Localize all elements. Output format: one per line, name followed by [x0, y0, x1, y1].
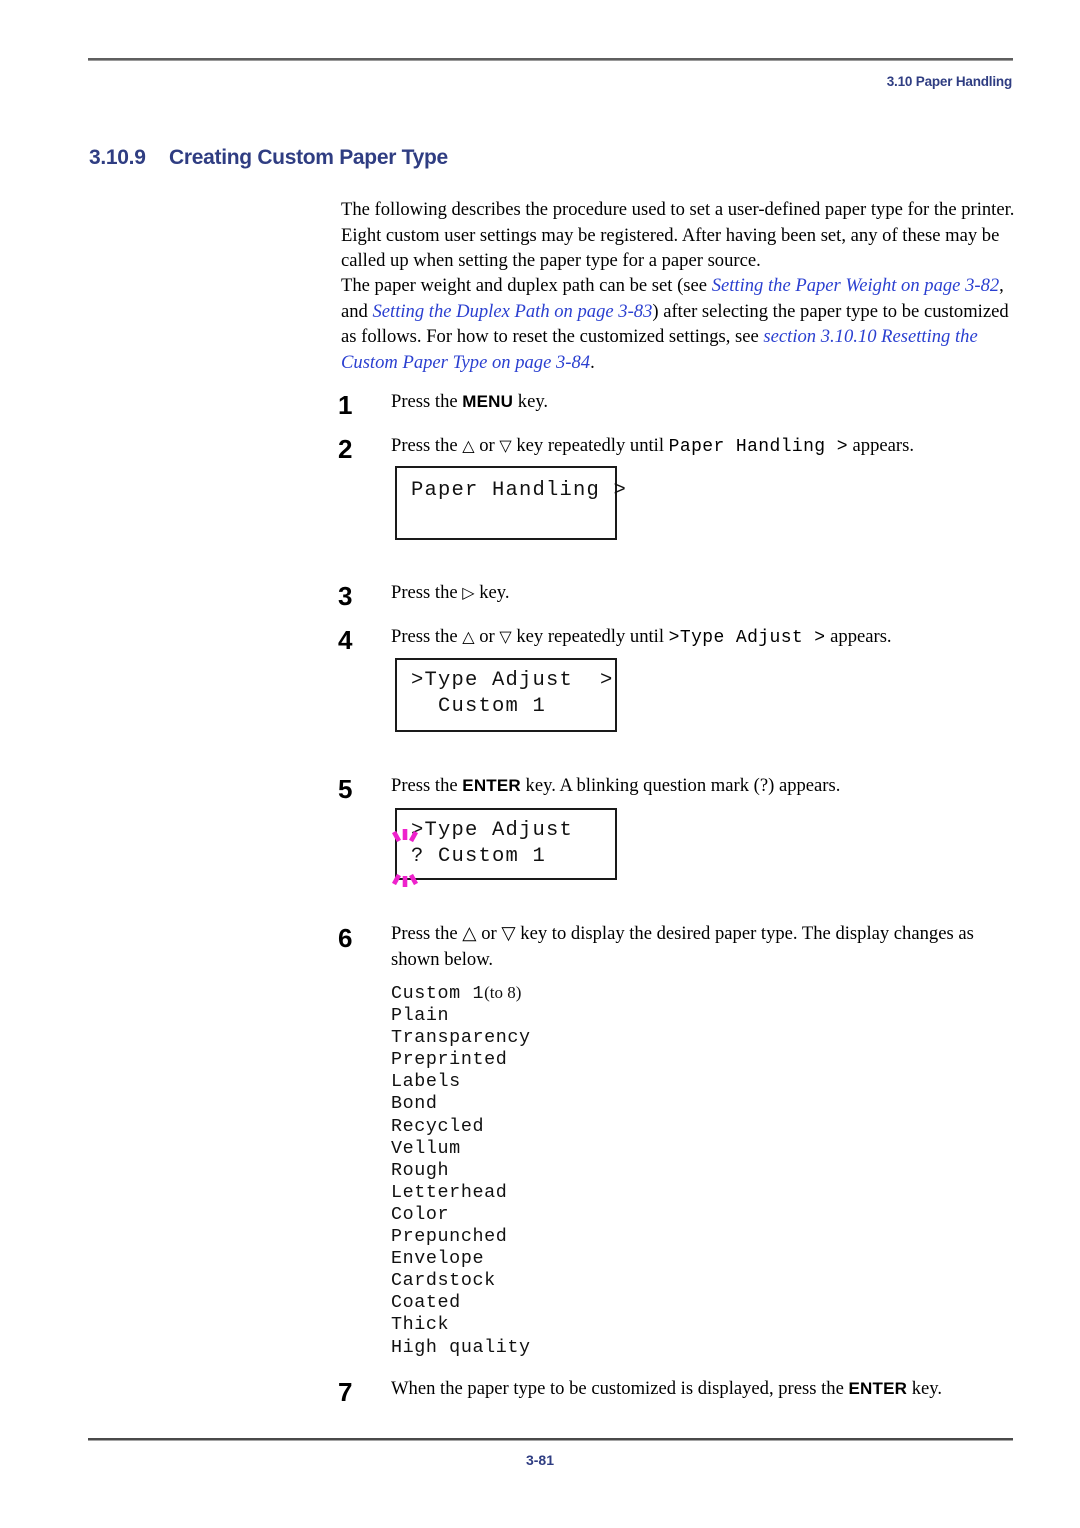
- xref-paper-weight[interactable]: Setting the Paper Weight on page 3-82: [712, 275, 999, 296]
- running-head: 3.10 Paper Handling: [886, 74, 1012, 89]
- paper-type-value: Coated: [391, 1292, 461, 1314]
- arrow-up-icon: △: [462, 436, 475, 455]
- arrow-down-icon: ▽: [499, 627, 512, 646]
- step5-text-before: Press the: [391, 775, 463, 796]
- section-title: Creating Custom Paper Type: [169, 146, 448, 169]
- arrow-up-icon: △: [462, 627, 475, 646]
- step-number-2: 2: [338, 434, 353, 464]
- step2-text-mid2: key repeatedly until: [511, 435, 669, 456]
- step-text-5: Press the ENTER key. A blinking question…: [391, 773, 1019, 799]
- paper-type-item: Thick: [391, 1314, 531, 1336]
- step4-text-mid: or: [474, 626, 500, 647]
- key-label-enter: ENTER: [848, 1379, 908, 1398]
- paper-type-item: Envelope: [391, 1248, 531, 1270]
- paper-type-value: Bond: [391, 1093, 438, 1115]
- step-text-4: Press the △ or ▽ key repeatedly until >T…: [391, 624, 1019, 652]
- step-text-2: Press the △ or ▽ key repeatedly until Pa…: [391, 433, 1019, 461]
- step4-text-after: appears.: [825, 626, 892, 647]
- page-number: 3-81: [525, 1452, 555, 1468]
- arrow-right-icon: ▷: [462, 583, 475, 602]
- step4-text-mid2: key repeatedly until: [511, 626, 669, 647]
- paper-type-list: Custom 1(to 8) Plain Transparency Preprinte…: [391, 982, 531, 1359]
- paper-type-note: (to 8): [484, 983, 522, 1002]
- lcd-display-paper-handling: Paper Handling >: [395, 466, 628, 540]
- paper-type-value: Prepunched: [391, 1226, 508, 1248]
- paper-type-item: Plain: [391, 1005, 531, 1027]
- lcd1-line1: Paper Handling >: [411, 479, 628, 502]
- step2-text-mid: or: [474, 435, 500, 456]
- paper-type-value: Envelope: [391, 1248, 485, 1270]
- para2-text-4: .: [590, 351, 595, 373]
- paper-type-item: Bond: [391, 1093, 531, 1115]
- step4-display-string: >Type Adjust >: [668, 628, 826, 648]
- xref-duplex-path[interactable]: Setting the Duplex Path on page 3-83: [373, 301, 653, 322]
- paper-type-value: Recycled: [391, 1115, 485, 1137]
- paper-type-value: Rough: [391, 1159, 450, 1181]
- paper-type-value: Plain: [391, 1005, 450, 1027]
- intro-paragraph: The following describes the procedure us…: [341, 199, 1015, 272]
- paper-type-item: Preprinted: [391, 1049, 531, 1071]
- paper-type-value: Labels: [391, 1071, 461, 1093]
- key-label-enter: ENTER: [462, 776, 521, 795]
- header-rule: [88, 58, 1013, 61]
- step-number-5: 5: [338, 774, 353, 804]
- lcd3-line1: >Type Adjust: [411, 819, 574, 842]
- step-text-1: Press the MENU key.: [391, 389, 1019, 415]
- arrow-down-icon: ▽: [499, 436, 512, 455]
- step2-text-before: Press the: [391, 435, 463, 456]
- document-page: 3.10 Paper Handling 3.10.9 Creating Custo…: [0, 0, 1080, 1528]
- paper-type-item: Labels: [391, 1071, 531, 1093]
- paper-type-value: Color: [391, 1203, 450, 1225]
- paper-type-value: Custom 1: [391, 983, 485, 1004]
- step-number-7: 7: [338, 1377, 353, 1407]
- paper-type-item: Recycled: [391, 1116, 531, 1138]
- step5-text-after: key. A blinking question mark (?) appear…: [520, 775, 841, 796]
- footer-rule: [88, 1438, 1013, 1441]
- para2-text-1: The paper weight and duplex path can be …: [341, 275, 712, 296]
- paper-type-item: Vellum: [391, 1138, 531, 1160]
- step-text-3: Press the ▷ key.: [391, 580, 1019, 606]
- paper-type-item: Coated: [391, 1292, 531, 1314]
- paper-type-item: Color: [391, 1204, 531, 1226]
- paper-type-value: Transparency: [391, 1027, 531, 1049]
- step-number-3: 3: [338, 581, 353, 611]
- paper-type-item: High quality: [391, 1337, 531, 1359]
- step-number-4: 4: [338, 625, 353, 655]
- paper-type-value: Letterhead: [391, 1181, 508, 1203]
- paper-type-item: Custom 1(to 8): [391, 982, 531, 1005]
- paper-type-value: Vellum: [391, 1137, 461, 1159]
- step1-text-before: Press the: [391, 391, 463, 412]
- step-number-1: 1: [338, 390, 353, 420]
- paper-type-item: Transparency: [391, 1027, 531, 1049]
- paper-type-item: Letterhead: [391, 1182, 531, 1204]
- lcd2-line2: Custom 1: [411, 695, 547, 718]
- step-text-6: Press the △ or ▽ key to display the desi…: [391, 923, 974, 970]
- step1-text-after: key.: [513, 391, 549, 412]
- paper-type-value: High quality: [391, 1336, 531, 1358]
- step3-text-after: key.: [474, 582, 510, 603]
- step2-text-after: appears.: [847, 435, 914, 456]
- step3-text-before: Press the: [391, 582, 463, 603]
- lcd2-line1: >Type Adjust >: [411, 669, 614, 692]
- paper-type-value: Cardstock: [391, 1270, 496, 1292]
- key-label-menu: MENU: [462, 392, 514, 411]
- lcd3-line2: ? Custom 1: [411, 845, 547, 868]
- step2-display-string: Paper Handling >: [668, 437, 848, 457]
- paper-type-value: Preprinted: [391, 1049, 508, 1071]
- section-number: 3.10.9: [89, 146, 146, 169]
- crossref-paragraph: The paper weight and duplex path can be …: [341, 273, 1019, 375]
- paper-type-value: Thick: [391, 1314, 450, 1336]
- step-text-7: When the paper type to be customized is …: [391, 1376, 1019, 1402]
- paper-type-item: Cardstock: [391, 1270, 531, 1292]
- page-title: 3.10.9 Creating Custom Paper Type: [89, 146, 448, 170]
- paper-type-item: Rough: [391, 1160, 531, 1182]
- step-number-6: 6: [338, 923, 353, 953]
- paper-type-item: Prepunched: [391, 1226, 531, 1248]
- step7-text-before: When the paper type to be customized is …: [391, 1378, 849, 1399]
- step4-text-before: Press the: [391, 626, 463, 647]
- step7-text-after: key.: [907, 1378, 943, 1399]
- lcd-display-type-adjust: >Type Adjust > Custom 1: [395, 658, 617, 732]
- lcd-display-type-adjust-blinking: >Type Adjust ? Custom 1: [395, 808, 617, 880]
